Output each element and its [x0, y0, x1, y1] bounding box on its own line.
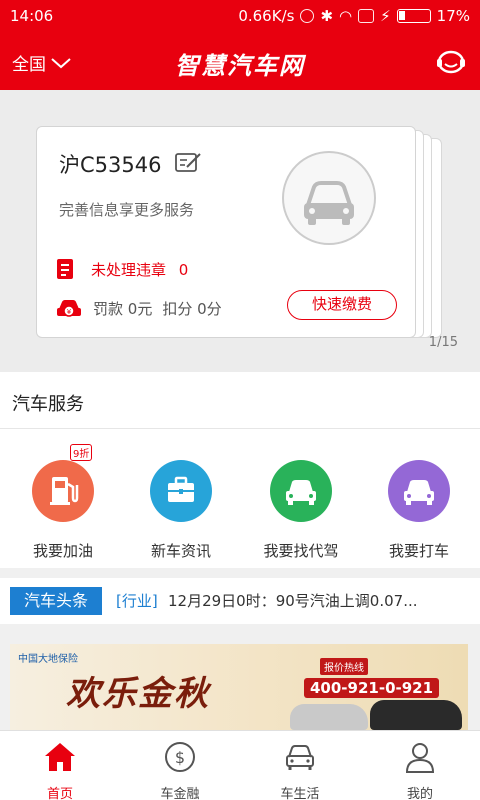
fine-points-row: ¥ 罚款 0元 扣分 0分 [55, 297, 222, 319]
news-headline-bar[interactable]: 汽车头条 [行业] 12月29日0时：90号汽油上调0.07... [0, 578, 480, 624]
discount-badge: 9折 [70, 444, 93, 461]
battery-percent: 17% [436, 7, 470, 25]
driver-icon-circle [270, 460, 332, 522]
tab-home[interactable]: 首页 [0, 731, 120, 800]
edit-icon[interactable] [175, 151, 203, 173]
charging-icon: ⚡ [380, 7, 391, 25]
fine-label: 罚款 [93, 299, 124, 318]
taxi-icon-circle [388, 460, 450, 522]
headline-text[interactable]: 12月29日0时：90号汽油上调0.07... [168, 590, 468, 611]
car-icon [404, 480, 434, 505]
card-pager: 1/15 [428, 335, 458, 350]
refuel-icon-circle [32, 460, 94, 522]
bottom-tab-bar: 首页 $ 车金融 车生活 我的 [0, 730, 480, 800]
svg-text:¥: ¥ [67, 308, 72, 316]
fine-value: 0元 [127, 299, 153, 318]
hotline-label: 报价热线 [320, 658, 368, 675]
tab-label: 车生活 [280, 787, 320, 800]
service-label: 新车资讯 [150, 542, 211, 560]
headline-category: [行业] [116, 592, 158, 610]
app-title: 智慧汽车网 [175, 52, 305, 80]
license-plate: 沪C53546 [59, 153, 162, 177]
service-label: 我要加油 [32, 542, 93, 560]
insurer-logo: 中国大地保险 [18, 654, 78, 665]
service-designated-driver[interactable]: 我要找代驾 [246, 460, 356, 561]
home-icon [45, 743, 75, 771]
status-bar: 14:06 0.66K/s ✱ ◠ ⚡ 17% [0, 0, 480, 34]
briefcase-icon [168, 476, 194, 502]
fuel-pump-icon [50, 477, 79, 505]
network-speed: 0.66K/s [238, 7, 295, 25]
complete-info-hint[interactable]: 完善信息享更多服务 [59, 199, 194, 220]
points-value: 0分 [197, 299, 222, 318]
news-icon-circle [150, 460, 212, 522]
car-card[interactable]: 沪C53546 完善信息享更多服务 未处理违章 0 ¥ 罚款 0元 扣分 0分 … [36, 126, 416, 338]
status-icons: 0.66K/s ✱ ◠ ⚡ 17% [238, 7, 470, 25]
car-fine-icon: ¥ [57, 300, 81, 317]
banner-car-image [290, 704, 368, 730]
service-label: 我要找代驾 [263, 542, 339, 560]
tab-car-finance[interactable]: $ 车金融 [120, 731, 240, 800]
hotline-number: 400-921-0-921 [304, 678, 440, 698]
app-header: 全国 智慧汽车网 [0, 34, 480, 90]
service-taxi[interactable]: 我要打车 [364, 460, 474, 561]
user-icon [405, 743, 435, 773]
tab-label: 我的 [406, 787, 433, 800]
service-refuel[interactable]: 我要加油 [8, 460, 118, 561]
dollar-coin-icon: $ [165, 742, 195, 772]
car-front-icon [286, 745, 314, 770]
violations-label: 未处理违章 [91, 260, 167, 279]
points-label: 扣分 [162, 299, 193, 318]
violations-row[interactable]: 未处理违章 0 [55, 257, 188, 281]
tab-label: 车金融 [160, 787, 200, 800]
service-label: 我要打车 [388, 542, 449, 560]
battery-icon [396, 9, 431, 23]
banner-car-image [370, 700, 462, 730]
ticket-icon [57, 259, 73, 279]
sync-icon [300, 9, 315, 23]
violations-count: 0 [178, 260, 189, 279]
no-sim-icon [358, 9, 375, 23]
quick-pay-button[interactable]: 快速缴费 [287, 290, 397, 320]
wifi-icon: ◠ [339, 7, 353, 25]
banner-title: 欢乐金秋 [66, 674, 210, 714]
car-icon [286, 480, 316, 505]
svg-text:$: $ [175, 748, 185, 767]
services-title: 汽车服务 [12, 394, 84, 415]
car-card-carousel[interactable]: 沪C53546 完善信息享更多服务 未处理违章 0 ¥ 罚款 0元 扣分 0分 … [0, 90, 480, 372]
tab-label: 首页 [46, 787, 73, 800]
car-photo-placeholder[interactable] [282, 151, 376, 245]
tab-car-life[interactable]: 车生活 [240, 731, 360, 800]
car-icon [304, 181, 354, 225]
tab-mine[interactable]: 我的 [360, 731, 480, 800]
bluetooth-icon: ✱ [320, 7, 334, 25]
status-time: 14:06 [10, 7, 54, 25]
promo-banner[interactable]: 中国大地保险 欢乐金秋 报价热线 400-921-0-921 [10, 644, 468, 730]
customer-service-icon[interactable] [436, 48, 466, 76]
divider [0, 428, 480, 429]
car-services-section: 汽车服务 我要加油 9折 新车资讯 我要找代驾 我要打车 [0, 372, 480, 568]
headline-tag: 汽车头条 [10, 587, 102, 615]
service-new-car-news[interactable]: 新车资讯 [126, 460, 236, 561]
